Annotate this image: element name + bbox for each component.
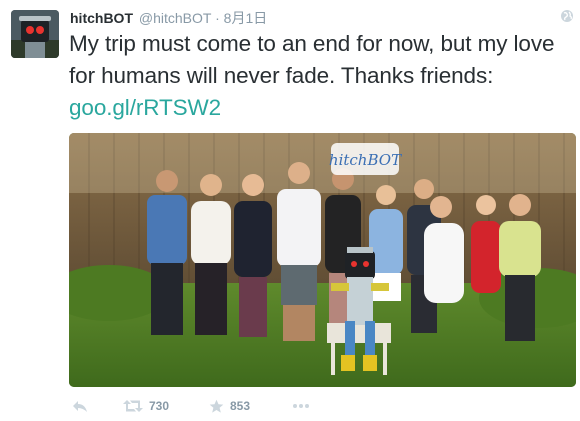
star-icon [209, 399, 224, 413]
sign-text: hitchBOT [329, 151, 402, 169]
globe-icon [561, 10, 573, 22]
author-name[interactable]: hitchBOT [70, 10, 133, 26]
reply-button[interactable] [72, 396, 88, 416]
favorite-button[interactable]: 853 [209, 396, 250, 416]
tweet-photo[interactable]: hitchBOT [69, 133, 576, 387]
tweet-header: hitchBOT @hitchBOT · 8月1日 [70, 9, 267, 29]
group-photo: hitchBOT [69, 133, 576, 387]
more-icon [293, 404, 309, 408]
tweet: hitchBOT @hitchBOT · 8月1日 My trip must c… [0, 0, 580, 421]
tweet-body: My trip must come to an end for now, but… [69, 31, 555, 88]
header-separator: · [215, 10, 220, 26]
author-handle[interactable]: @hitchBOT [139, 10, 211, 26]
more-button[interactable] [292, 396, 310, 416]
tweet-text: My trip must come to an end for now, but… [69, 28, 569, 124]
tweet-timestamp[interactable]: 8月1日 [224, 10, 268, 26]
retweet-button[interactable]: 730 [123, 396, 169, 416]
avatar-robot-icon [11, 10, 59, 58]
avatar[interactable] [11, 10, 59, 58]
favorite-count: 853 [230, 399, 251, 413]
retweet-count: 730 [149, 399, 170, 413]
tweet-link[interactable]: goo.gl/rRTSW2 [69, 95, 221, 120]
reply-icon [73, 401, 87, 412]
retweet-icon [123, 400, 143, 412]
